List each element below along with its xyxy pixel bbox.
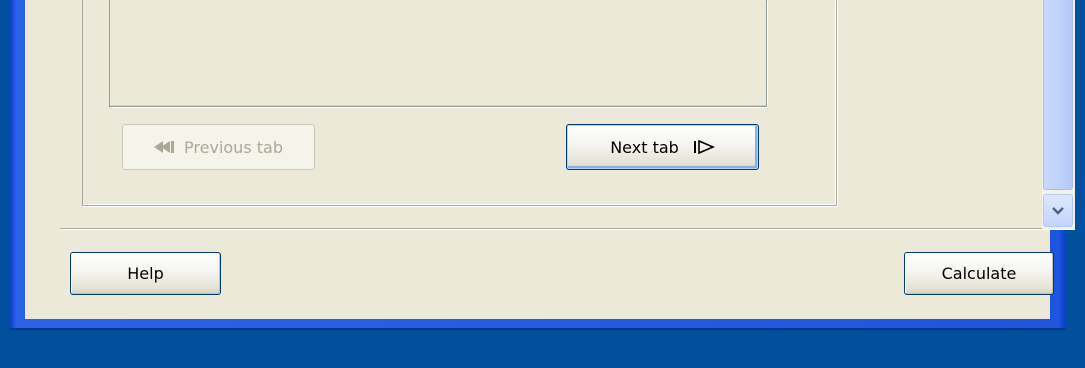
- help-button[interactable]: Help: [70, 252, 221, 295]
- footer-separator: [60, 228, 1075, 230]
- calculate-label: Calculate: [941, 264, 1017, 283]
- rewind-left-icon: [154, 140, 178, 154]
- scrollbar-thumb[interactable]: [1043, 0, 1073, 190]
- calculate-button[interactable]: Calculate: [904, 252, 1054, 295]
- help-label: Help: [127, 264, 164, 283]
- scroll-down-button[interactable]: [1043, 194, 1073, 227]
- vertical-scrollbar[interactable]: [1042, 0, 1075, 229]
- previous-tab-label: Previous tab: [184, 137, 283, 157]
- dialog-client-area: Previous tab Next tab Help Calculate: [25, 0, 1075, 319]
- tab-content-pane: [109, 0, 767, 107]
- next-tab-label: Next tab: [610, 137, 679, 157]
- play-right-icon: [693, 140, 715, 154]
- previous-tab-button[interactable]: Previous tab: [122, 124, 315, 170]
- chevron-down-icon: [1051, 201, 1065, 220]
- next-tab-button[interactable]: Next tab: [566, 124, 759, 170]
